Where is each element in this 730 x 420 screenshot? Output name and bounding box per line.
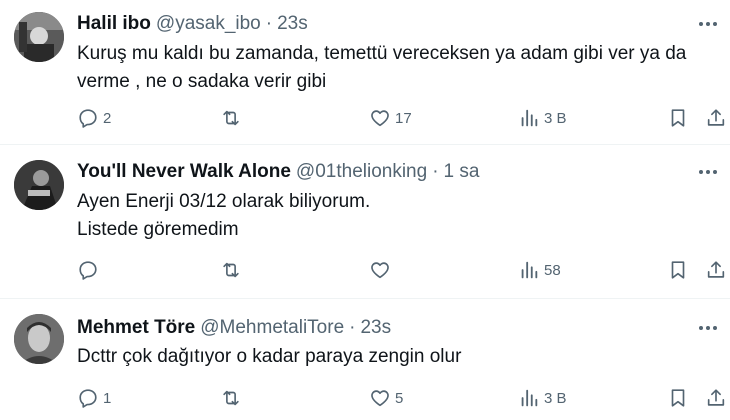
like-button[interactable]: 5 xyxy=(369,384,403,412)
like-count: 17 xyxy=(395,109,412,127)
more-icon[interactable] xyxy=(694,316,722,340)
author-handle[interactable]: @MehmetaliTore xyxy=(200,317,344,339)
share-button[interactable] xyxy=(705,256,727,284)
bookmark-icon xyxy=(671,109,685,127)
tweet-actions: 1 5 3 B xyxy=(77,384,727,412)
separator-dot: · xyxy=(265,13,273,34)
like-button[interactable] xyxy=(369,256,395,284)
tweet-text: Kuruş mu kaldı bu zamanda, temettü verec… xyxy=(77,40,717,96)
reply-icon xyxy=(79,261,97,280)
timestamp[interactable]: 23s xyxy=(360,317,391,339)
like-button[interactable]: 17 xyxy=(369,104,412,132)
share-button[interactable] xyxy=(705,384,727,412)
timestamp[interactable]: 1 sa xyxy=(444,161,480,183)
views-count: 3 B xyxy=(544,109,567,127)
tweet[interactable]: Mehmet Töre @MehmetaliTore · 23s Dcttr ç… xyxy=(0,312,730,420)
retweet-button[interactable] xyxy=(220,256,246,284)
views-count: 3 B xyxy=(544,389,567,407)
heart-icon xyxy=(371,262,389,279)
views-icon xyxy=(521,261,538,279)
author-handle[interactable]: @01thelionking xyxy=(296,161,427,183)
divider xyxy=(0,144,730,145)
tweet-text-line: Ayen Enerji 03/12 olarak biliyorum. xyxy=(77,191,371,212)
author-name[interactable]: Mehmet Töre xyxy=(77,317,195,339)
tweet-text-line: verme , ne o sadaka verir gibi xyxy=(77,71,327,92)
views-icon xyxy=(521,109,538,127)
separator-dot: · xyxy=(432,161,439,182)
tweet[interactable]: Halil ibo @yasak_ibo · 23s Kuruş mu kald… xyxy=(0,8,730,144)
tweet-text-line: Dcttr çok dağıtıyor o kadar paraya zengi… xyxy=(77,346,462,367)
reply-count: 2 xyxy=(103,109,112,127)
separator-dot: · xyxy=(349,317,356,338)
bookmark-icon xyxy=(671,261,685,279)
retweet-icon xyxy=(223,110,239,126)
avatar[interactable] xyxy=(14,314,64,364)
tweet[interactable]: You'll Never Walk Alone @01thelionking ·… xyxy=(0,156,730,292)
author-name[interactable]: You'll Never Walk Alone xyxy=(77,161,291,183)
tweet-header: Mehmet Töre @MehmetaliTore · 23s xyxy=(77,316,391,340)
bookmark-button[interactable] xyxy=(667,384,689,412)
bookmark-button[interactable] xyxy=(667,104,689,132)
tweet-header: Halil ibo @yasak_ibo · 23s xyxy=(77,12,308,36)
author-handle[interactable]: @yasak_ibo xyxy=(156,13,261,35)
views-button[interactable]: 3 B xyxy=(518,104,567,132)
bookmark-button[interactable] xyxy=(667,256,689,284)
divider xyxy=(0,298,730,299)
retweet-icon xyxy=(223,262,239,278)
reply-icon xyxy=(79,109,97,128)
share-icon xyxy=(707,261,725,278)
tweet-text: Dcttr çok dağıtıyor o kadar paraya zengi… xyxy=(77,343,717,371)
tweet-actions: 2 17 3 B xyxy=(77,104,727,132)
retweet-button[interactable] xyxy=(220,384,246,412)
reply-icon xyxy=(79,389,97,408)
retweet-button[interactable] xyxy=(220,104,246,132)
views-button[interactable]: 58 xyxy=(518,256,561,284)
avatar[interactable] xyxy=(14,160,64,210)
tweet-text: Ayen Enerji 03/12 olarak biliyorum. List… xyxy=(77,188,717,244)
tweet-header: You'll Never Walk Alone @01thelionking ·… xyxy=(77,160,479,184)
share-button[interactable] xyxy=(705,104,727,132)
share-icon xyxy=(707,109,725,126)
bookmark-icon xyxy=(671,389,685,407)
tweet-text-line: Listede göremedim xyxy=(77,219,239,240)
reply-count: 1 xyxy=(103,389,112,407)
tweet-text-line: Kuruş mu kaldı bu zamanda, temettü verec… xyxy=(77,43,687,64)
views-icon xyxy=(521,389,538,407)
retweet-icon xyxy=(223,390,239,406)
heart-icon xyxy=(371,110,389,127)
share-icon xyxy=(707,389,725,406)
like-count: 5 xyxy=(395,389,404,407)
avatar[interactable] xyxy=(14,12,64,62)
views-count: 58 xyxy=(544,261,561,279)
timestamp[interactable]: 23s xyxy=(277,13,308,35)
reply-button[interactable]: 2 xyxy=(77,104,111,132)
more-icon[interactable] xyxy=(694,12,722,36)
more-icon[interactable] xyxy=(694,160,722,184)
heart-icon xyxy=(371,390,389,407)
views-button[interactable]: 3 B xyxy=(518,384,567,412)
author-name[interactable]: Halil ibo xyxy=(77,13,151,35)
tweet-actions: 58 xyxy=(77,256,727,284)
reply-button[interactable]: 1 xyxy=(77,384,111,412)
reply-button[interactable] xyxy=(77,256,103,284)
